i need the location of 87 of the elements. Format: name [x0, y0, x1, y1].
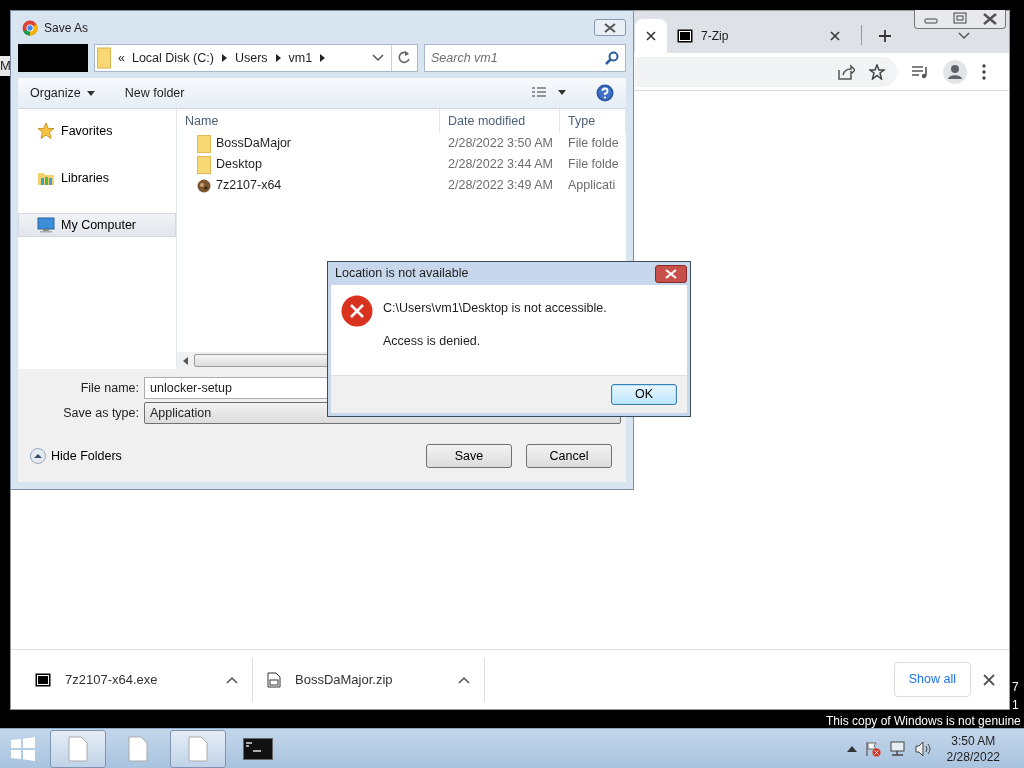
folder-icon [97, 47, 111, 69]
column-header[interactable]: Type [560, 109, 626, 133]
tab-title: 7-Zip [701, 28, 730, 45]
window-title: Location is not available [335, 265, 469, 283]
star-icon [37, 122, 55, 141]
file-date: 2/28/2022 3:44 AM [447, 156, 554, 174]
chevron-right-icon[interactable] [220, 53, 228, 63]
close-icon [665, 268, 677, 279]
scroll-left-icon[interactable] [183, 356, 188, 365]
archive-file-icon [267, 671, 281, 688]
breadcrumb-item[interactable]: Local Disk (C:) [131, 48, 214, 68]
column-header[interactable]: Date modified [440, 109, 560, 133]
address-bar[interactable]: « Local Disk (C:) Users vm1 [94, 44, 418, 72]
file-date: 2/28/2022 3:50 AM [447, 135, 554, 153]
error-icon [341, 295, 373, 327]
file-name[interactable]: 7z2107-x64 [216, 176, 282, 195]
dialog-button[interactable]: Cancel [526, 444, 612, 468]
download-filename[interactable]: 7z2107-x64.exe [65, 669, 212, 690]
library-folder-icon [37, 170, 55, 187]
close-icon [604, 22, 616, 33]
ok-button[interactable]: OK [611, 384, 677, 405]
monitor-icon [37, 216, 55, 233]
chevron-up-icon[interactable] [458, 675, 470, 684]
sidebar-item[interactable]: My Computer [18, 212, 176, 238]
chevron-right-icon[interactable] [274, 53, 282, 63]
download-filename[interactable]: BossDaMajor.zip [295, 669, 444, 690]
file-name[interactable]: BossDaMajor [216, 134, 292, 153]
close-icon[interactable] [645, 30, 657, 42]
field-label: File name: [79, 379, 139, 397]
help-icon[interactable] [596, 84, 614, 102]
console-icon [243, 737, 273, 760]
window-title: Save As [44, 19, 89, 37]
genuine-notice: This copy of Windows is not genuine [826, 713, 1021, 730]
profile-icon[interactable] [943, 59, 967, 84]
error-message: Access is denied. [383, 332, 482, 350]
volume-icon[interactable] [914, 740, 933, 757]
desktop-text: 7 [1012, 679, 1019, 696]
document-icon [68, 735, 88, 762]
app-icon [197, 178, 211, 193]
dropdown-icon[interactable] [958, 32, 970, 40]
new-tab-icon[interactable] [878, 29, 892, 43]
folder-icon [197, 134, 211, 153]
redacted-block [18, 44, 88, 72]
chevron-right-icon[interactable] [319, 53, 327, 63]
chevron-up-icon[interactable] [226, 675, 238, 684]
breadcrumb-item[interactable]: vm1 [288, 48, 313, 68]
network-icon[interactable] [888, 740, 907, 757]
chrome-logo-icon [22, 19, 38, 36]
sidebar-item[interactable]: Favorites [18, 119, 176, 144]
desktop-text: 1 [1012, 697, 1019, 714]
show-all-button[interactable]: Show all [893, 662, 971, 697]
sidebar-item[interactable]: Libraries [18, 165, 176, 191]
field-label: Save as type: [62, 404, 139, 422]
file-date: 2/28/2022 3:49 AM [447, 177, 554, 195]
bookmark-star-icon[interactable] [869, 63, 885, 80]
organize-menu[interactable]: Organize [30, 83, 95, 103]
flag-error-icon[interactable] [864, 740, 881, 757]
dialog-button[interactable]: Save [426, 444, 512, 468]
breadcrumb-item[interactable]: Users [234, 48, 268, 68]
file-type: File folde [567, 156, 620, 174]
document-icon [128, 735, 148, 762]
search-field[interactable]: Search vm1 [424, 44, 626, 72]
browser-tab[interactable]: 7-Zip [667, 19, 851, 53]
dropdown-icon[interactable] [372, 54, 384, 62]
show-hidden-icons-icon[interactable] [846, 745, 857, 752]
windows-logo-icon [10, 736, 36, 761]
view-options-icon[interactable] [532, 87, 566, 99]
error-message: C:\Users\vm1\Desktop is not accessible. [383, 300, 607, 317]
share-icon[interactable] [837, 63, 855, 80]
breadcrumb-overflow[interactable]: « [118, 48, 125, 68]
close-button[interactable] [655, 264, 687, 283]
file-type: File folde [567, 135, 620, 153]
close-icon[interactable] [983, 673, 995, 686]
file-name[interactable]: Desktop [216, 155, 262, 174]
folder-icon [197, 155, 211, 174]
file-type: Applicati [567, 177, 617, 195]
menu-icon[interactable] [981, 63, 987, 80]
column-header[interactable]: Name [177, 109, 440, 133]
close-button[interactable] [594, 19, 626, 36]
media-queue-icon[interactable] [911, 64, 929, 79]
search-icon [605, 51, 619, 65]
collapse-icon [30, 448, 46, 464]
new-folder-button[interactable]: New folder [124, 83, 185, 103]
close-icon[interactable] [829, 30, 841, 42]
clock[interactable]: 3:50 AM 2/28/2022 [946, 732, 1000, 765]
document-icon [188, 735, 208, 762]
hide-folders-button[interactable]: Hide Folders [30, 446, 122, 466]
